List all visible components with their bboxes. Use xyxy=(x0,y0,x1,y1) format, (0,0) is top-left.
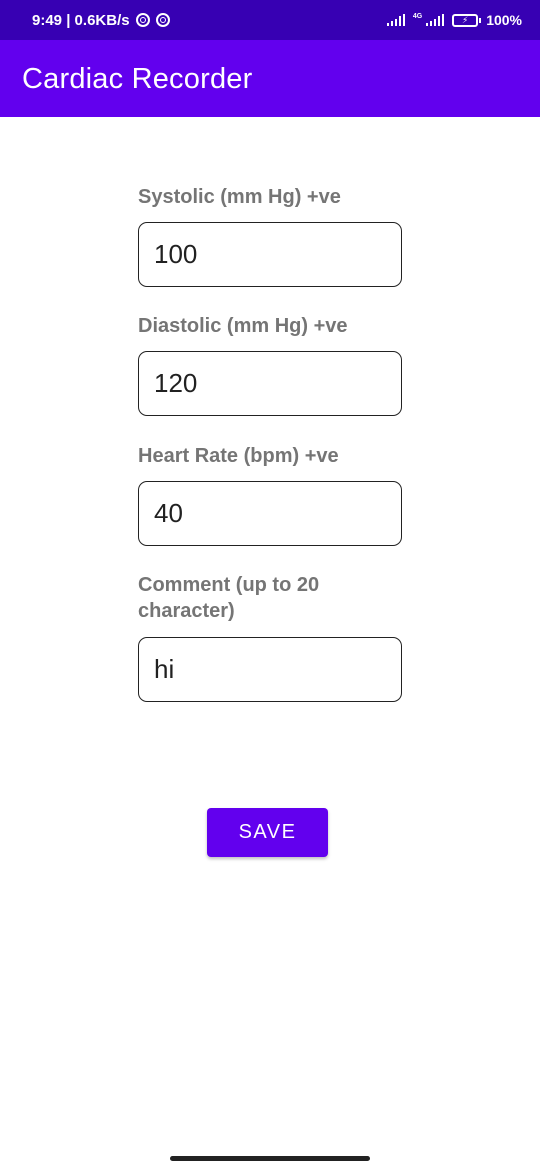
status-time-speed: 9:49 | 0.6KB/s xyxy=(32,11,130,29)
systolic-label: Systolic (mm Hg) +ve xyxy=(138,186,341,208)
save-button[interactable]: SAVE xyxy=(207,808,328,857)
status-right: 4G ⚡ 100% xyxy=(386,0,522,40)
home-indicator[interactable] xyxy=(170,1156,370,1161)
status-left: 9:49 | 0.6KB/s xyxy=(32,0,170,40)
battery-percent: 100% xyxy=(486,12,522,28)
diastolic-input[interactable]: 120 xyxy=(138,351,402,416)
notification-circle-icon xyxy=(135,13,150,27)
diastolic-value: 120 xyxy=(154,368,198,398)
comment-input[interactable]: hi xyxy=(138,637,402,702)
status-bar: 9:49 | 0.6KB/s 4G ⚡ 100% xyxy=(0,0,540,40)
heart-rate-value: 40 xyxy=(154,498,183,528)
comment-label: Comment (up to 20 character) xyxy=(138,574,320,622)
heart-rate-label: Heart Rate (bpm) +ve xyxy=(138,445,339,467)
comment-value: hi xyxy=(154,654,175,684)
diastolic-label: Diastolic (mm Hg) +ve xyxy=(138,315,348,337)
systolic-input[interactable]: 100 xyxy=(138,222,402,287)
systolic-value: 100 xyxy=(154,239,198,269)
battery-charging-icon: ⚡ xyxy=(452,13,482,27)
network-type: 4G xyxy=(412,13,423,20)
signal-icon xyxy=(386,14,405,26)
signal-4g-icon xyxy=(426,14,445,26)
notification-circle-icon xyxy=(155,13,170,27)
app-title: Cardiac Recorder xyxy=(22,63,253,95)
heart-rate-input[interactable]: 40 xyxy=(138,481,402,546)
app-bar: Cardiac Recorder xyxy=(0,40,540,117)
